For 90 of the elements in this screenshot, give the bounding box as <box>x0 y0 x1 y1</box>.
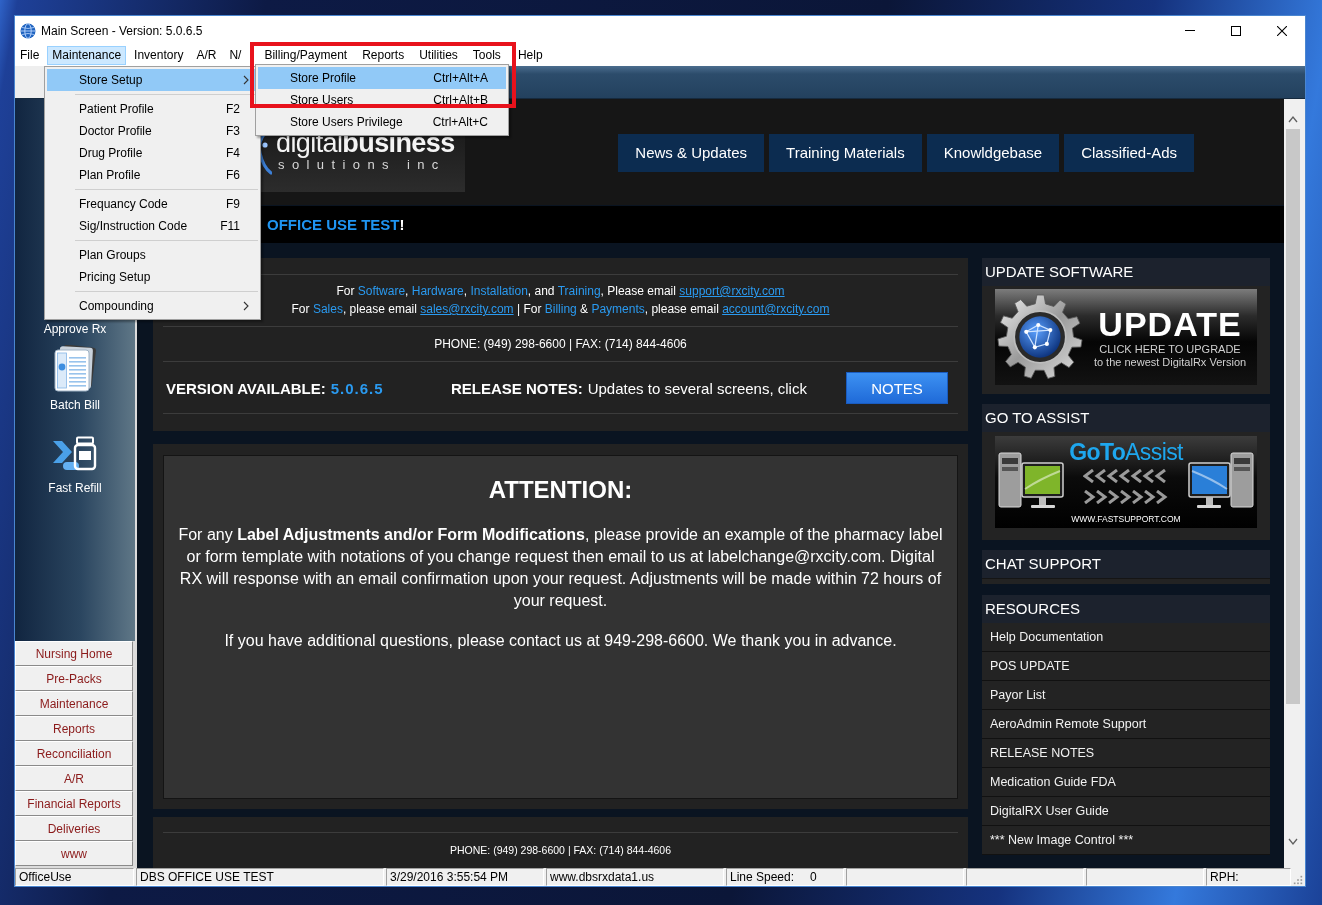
menu-item[interactable]: Tools <box>467 46 506 65</box>
module-button[interactable]: A/R <box>15 766 133 791</box>
release-notes-text: Updates to several screens, click <box>587 379 807 397</box>
close-icon <box>1277 25 1287 36</box>
status-panel: OfficeUse <box>15 868 134 886</box>
menu-entry[interactable]: Frequancy Code F9 <box>47 193 258 215</box>
section-header: UPDATE SOFTWARE <box>982 258 1270 286</box>
section-header: CHAT SUPPORT <box>982 550 1270 578</box>
banner-caption: WWW.FASTSUPPORT.COM <box>1071 514 1181 524</box>
menu-entry[interactable]: Plan Groups <box>47 244 258 266</box>
window-title: Main Screen - Version: 5.0.6.5 <box>41 23 203 38</box>
menu-item[interactable]: Maintenance <box>47 46 127 65</box>
status-panel: RPH: <box>1206 868 1291 886</box>
notes-button[interactable]: NOTES <box>846 372 948 404</box>
menu-entry[interactable]: Plan Profile F6 <box>47 164 258 186</box>
status-panel: www.dbsrxdata1.us <box>546 868 724 886</box>
menu-entry[interactable]: Compounding <box>47 295 258 317</box>
menu-entry[interactable]: Store Users Ctrl+Alt+B <box>258 89 506 111</box>
section-header: RESOURCES <box>982 595 1270 623</box>
resize-grip-icon[interactable] <box>1293 874 1303 886</box>
nav-link[interactable]: News & Updates <box>618 134 765 172</box>
section-header: GO TO ASSIST <box>982 404 1270 432</box>
version-label: VERSION AVAILABLE: <box>166 379 326 397</box>
menu-entry[interactable]: Store Users Privilege Ctrl+Alt+C <box>258 111 506 133</box>
status-panel: Line Speed: 0 <box>726 868 844 886</box>
module-button[interactable]: Pre-Packs <box>15 666 133 691</box>
pill-bottle-icon <box>53 436 97 472</box>
menu-item[interactable]: N/ <box>224 46 247 65</box>
footer-phone-text: PHONE: (949) 298-6600 | FAX: (714) 844-4606 <box>449 843 672 857</box>
email-link[interactable]: support@rxcity.com <box>679 284 785 298</box>
status-panel: 3/29/2016 3:55:54 PM <box>386 868 544 886</box>
shortcut-button[interactable]: Approve Rx <box>43 321 107 337</box>
gear-globe-icon <box>997 294 1083 380</box>
resource-link[interactable]: Medication Guide FDA <box>982 768 1270 797</box>
bill-document-icon <box>53 345 97 393</box>
nav-link[interactable]: Training Materials <box>769 134 922 172</box>
banner-logo: GoToAssist <box>1069 439 1183 465</box>
module-button[interactable]: Reports <box>15 716 133 741</box>
resource-link[interactable]: Payor List <box>982 681 1270 710</box>
resource-link[interactable]: AeroAdmin Remote Support <box>982 710 1270 739</box>
phone-fax-text: PHONE: (949) 298-6600 | FAX: (714) 844-4606 <box>433 336 688 353</box>
banner-caption: CLICK HERE TO UPGRADE <box>1099 343 1241 356</box>
minimize-icon <box>1185 30 1195 31</box>
shortcut-button[interactable]: Fast Refill <box>48 436 102 496</box>
menu-item[interactable]: A/R <box>191 46 222 65</box>
menu-entry[interactable]: Patient Profile F2 <box>47 98 258 120</box>
module-button[interactable]: Financial Reports <box>15 791 133 816</box>
nav-link[interactable]: Knowldgebase <box>926 134 1060 172</box>
release-notes-label: RELEASE NOTES: <box>451 379 583 397</box>
resource-link[interactable]: *** New Image Control *** <box>982 826 1270 855</box>
attention-heading: ATTENTION: <box>487 475 634 505</box>
maximize-icon <box>1231 25 1241 36</box>
attention-paragraph: For any Label Adjustments and/or Form Modifications, please provide an example of the pharmacy label or form template with notations of you change request then email to us at labelchange@rxcity.com. Digital RX will response with an email confirmation upon your request. Adjustments will be made within 72 hours of your request. <box>177 525 944 611</box>
menu-item[interactable]: Billing/Payment <box>259 46 353 65</box>
menu-entry[interactable]: Doctor Profile F3 <box>47 120 258 142</box>
module-button[interactable]: Maintenance <box>15 691 133 716</box>
globe-icon <box>20 22 36 39</box>
module-button[interactable]: Nursing Home <box>15 641 133 666</box>
email-link[interactable]: sales@rxcity.com <box>420 302 514 316</box>
menu-entry[interactable]: Store Profile Ctrl+Alt+A <box>258 67 506 89</box>
shortcut-button[interactable]: Batch Bill <box>50 345 100 413</box>
banner-caption: to the newest DigitalRx Version <box>1093 356 1247 369</box>
resource-link[interactable]: POS UPDATE <box>982 652 1270 681</box>
version-number: 5.0.6.5 <box>330 379 384 397</box>
menu-item[interactable]: Reports <box>357 46 410 65</box>
remote-support-banner[interactable]: GoToAssist WWW.FASTSUPPORT.COM <box>995 436 1257 528</box>
menu-entry[interactable]: Drug Profile F4 <box>47 142 258 164</box>
menu-item[interactable]: Inventory <box>129 46 189 65</box>
status-panel: DBS OFFICE USE TEST <box>136 868 384 886</box>
menu-entry[interactable]: Store Setup <box>47 69 258 91</box>
menu-item[interactable]: Help <box>512 46 548 65</box>
menu-item[interactable]: File <box>15 46 45 65</box>
attention-paragraph: If you have additional questions, please contact us at 949-298-6600. We thank you in advance. <box>223 631 898 651</box>
email-link[interactable]: account@rxcity.com <box>722 302 830 316</box>
module-button[interactable]: Deliveries <box>15 816 133 841</box>
menu-entry[interactable]: Pricing Setup <box>47 266 258 288</box>
menu-entry[interactable]: Sig/Instruction Code F11 <box>47 215 258 237</box>
resource-link[interactable]: Help Documentation <box>982 623 1270 652</box>
module-button[interactable]: Reconciliation <box>15 741 133 766</box>
module-button[interactable]: www <box>15 841 133 866</box>
scrollbar-thumb[interactable] <box>1286 129 1300 704</box>
scrollbar[interactable] <box>1284 99 1302 868</box>
menu-item[interactable]: Utilities <box>414 46 463 65</box>
welcome-text: OFFICE USE TEST! <box>267 216 405 233</box>
resource-link[interactable]: RELEASE NOTES <box>982 739 1270 768</box>
resource-link[interactable]: DigitalRX User Guide <box>982 797 1270 826</box>
right-chevrons-icon <box>1083 490 1169 504</box>
nav-link[interactable]: Classified-Ads <box>1064 134 1194 172</box>
update-banner[interactable]: UPDATE CLICK HERE TO UPGRADE to the newest DigitalRx Version <box>995 289 1257 385</box>
banner-heading: UPDATE <box>1098 305 1242 343</box>
